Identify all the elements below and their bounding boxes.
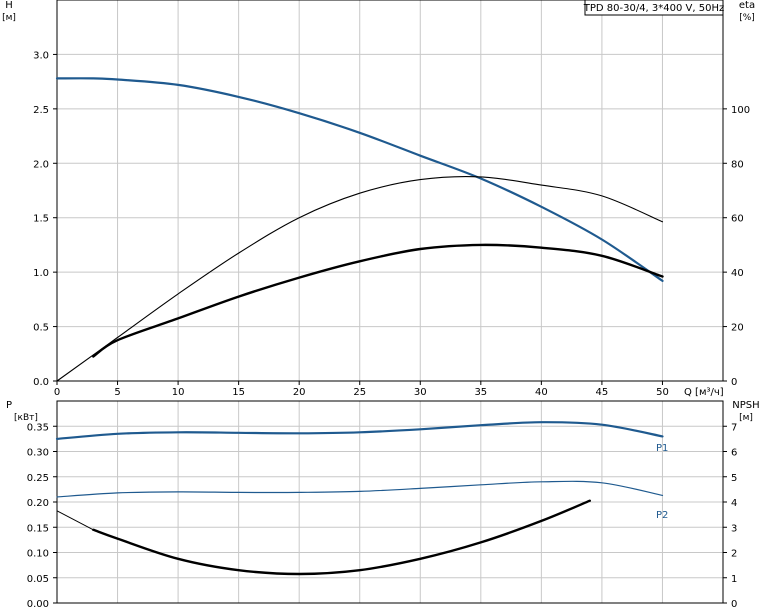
npsh-tick-label: 6 (731, 448, 737, 459)
x-tick-label: 30 (414, 387, 427, 398)
npsh-thick-curve (92, 499, 591, 576)
npsh-axis-label: NPSH (732, 400, 759, 411)
npsh-tick-label: 4 (731, 498, 737, 509)
power-npsh-panel: 0.00 0.05 0.10 0.15 0.20 0.25 0.30 0.35 0 1 2 3 4 5 6 7… (6, 400, 760, 610)
x-tick-label: 0 (54, 387, 60, 398)
x-tick-label: 15 (232, 387, 245, 398)
npsh-tick-label: 2 (731, 549, 737, 560)
x-tick-label: 25 (353, 387, 366, 398)
head-tick-label: 1.5 (33, 214, 49, 225)
npsh-tick-label: 0 (731, 599, 737, 610)
x-tick-label: 45 (596, 387, 609, 398)
head-tick-label: 1.0 (33, 268, 49, 279)
head-axis-label: H (5, 0, 13, 11)
npsh-tick-label: 7 (731, 422, 737, 433)
npsh-tick-label: 1 (731, 574, 737, 585)
head-tick-label: 3.0 (33, 50, 49, 61)
bottom-ticks: 0.00 0.05 0.10 0.15 0.20 0.25 0.30 0.35 0 1 2 3 4 5 6 7 (27, 422, 738, 610)
power-tick-label: 0.20 (27, 498, 49, 509)
npsh-tick-label: 5 (731, 473, 737, 484)
flow-axis-label: Q [м³/ч] (684, 387, 724, 398)
power-tick-label: 0.25 (27, 473, 49, 484)
npsh-axis-unit: [м] (739, 413, 753, 423)
x-tick-label: 40 (535, 387, 548, 398)
head-tick-label: 0.5 (33, 323, 49, 334)
head-tick-label: 2.0 (33, 159, 49, 170)
power-tick-label: 0.35 (27, 422, 49, 433)
top-grid (57, 0, 723, 381)
power-tick-label: 0.15 (27, 523, 49, 534)
x-tick-label: 10 (172, 387, 185, 398)
eta-tick-label: 0 (731, 377, 737, 388)
eta-tick-label: 40 (731, 268, 744, 279)
eta-tick-label: 80 (731, 159, 744, 170)
eta-tick-label: 20 (731, 323, 744, 334)
x-tick-label: 50 (656, 387, 669, 398)
eta-tick-label: 100 (731, 105, 750, 116)
top-plot-frame (56, 0, 724, 382)
x-tick-label: 5 (114, 387, 120, 398)
head-tick-label: 0.0 (33, 377, 49, 388)
head-axis-unit: [м] (2, 13, 16, 23)
efficiency-thick-curve (92, 243, 664, 358)
p1-series-label: P1 (656, 443, 668, 454)
top-ticks: 0 5 10 15 20 25 30 35 40 45 50 0.0 0.5 1.0 1.5 2.0 2.5 3.… (33, 50, 750, 398)
eta-tick-label: 60 (731, 214, 744, 225)
power-tick-label: 0.00 (27, 599, 49, 610)
power-tick-label: 0.30 (27, 448, 49, 459)
x-tick-label: 20 (293, 387, 306, 398)
npsh-tick-label: 3 (731, 523, 737, 534)
eta-axis-label: eta (739, 0, 755, 11)
eta-axis-unit: [%] (739, 13, 755, 23)
head-tick-label: 2.5 (33, 105, 49, 116)
power-axis-label: P (6, 400, 12, 411)
head-efficiency-panel: 0 5 10 15 20 25 30 35 40 45 50 0.0 0.5 1.0 1.5 2.0 2.5 3.… (2, 0, 755, 398)
power-tick-label: 0.10 (27, 549, 49, 560)
p2-series-label: P2 (656, 510, 668, 521)
power-axis-unit: [кВт] (14, 413, 38, 423)
pump-performance-chart: 0 5 10 15 20 25 30 35 40 45 500.00.51.01.52.02.53.… (2, 0, 760, 610)
x-tick-label: 35 (474, 387, 487, 398)
model-label: TPD 80-30/4, 3*400 V, 50Hz (583, 3, 724, 14)
power-tick-label: 0.05 (27, 574, 49, 585)
